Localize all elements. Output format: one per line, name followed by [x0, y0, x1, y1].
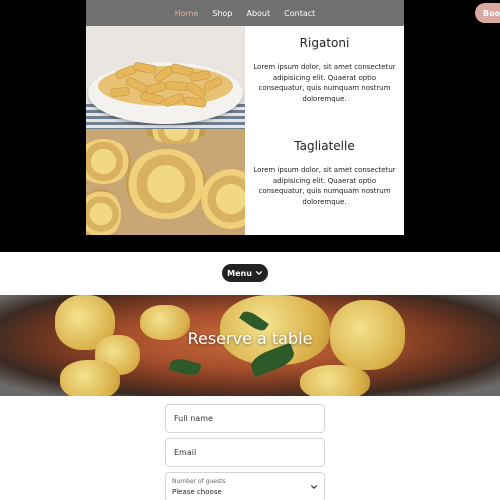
- menu-card-text: Tagliatelle Lorem ipsum dolor, sit amet …: [245, 129, 404, 235]
- reserve-hero: Reserve a table: [0, 295, 500, 396]
- guests-value: Please choose: [172, 488, 222, 496]
- chevron-down-icon: [255, 271, 262, 275]
- nav-link-home[interactable]: Home: [175, 9, 199, 18]
- guests-select[interactable]: Number of guests Please choose: [165, 472, 325, 500]
- tagliatelle-photo: [86, 129, 245, 235]
- chevron-down-icon: [311, 485, 317, 489]
- book-button[interactable]: Book: [475, 3, 500, 23]
- reserve-title: Reserve a table: [187, 329, 313, 348]
- menu-toggle-button[interactable]: Menu: [222, 264, 268, 282]
- full-name-field[interactable]: [165, 404, 325, 433]
- menu-toggle-label: Menu: [227, 268, 252, 278]
- nav-links: Home Shop About Contact: [168, 9, 323, 18]
- menu-item-title: Rigatoni: [299, 36, 350, 50]
- menu-item-title: Tagliatelle: [294, 139, 355, 153]
- menu-item-description: Lorem ipsum dolor, sit amet consectetur …: [253, 166, 396, 206]
- full-name-input[interactable]: [166, 405, 324, 432]
- menu-item-description: Lorem ipsum dolor, sit amet consectetur …: [253, 63, 396, 103]
- nav-link-contact[interactable]: Contact: [284, 9, 315, 18]
- nav-link-about[interactable]: About: [246, 9, 270, 18]
- navbar: Home Shop About Contact: [86, 0, 404, 26]
- menu-card-text: Rigatoni Lorem ipsum dolor, sit amet con…: [245, 26, 404, 129]
- email-field[interactable]: [165, 438, 325, 467]
- menu-card-tagliatelle: Tagliatelle Lorem ipsum dolor, sit amet …: [86, 129, 404, 235]
- email-input[interactable]: [166, 439, 324, 466]
- menu-card-rigatoni: Rigatoni Lorem ipsum dolor, sit amet con…: [86, 26, 404, 129]
- guests-label: Number of guests: [172, 478, 226, 485]
- rigatoni-photo: [86, 26, 245, 129]
- nav-link-shop[interactable]: Shop: [212, 9, 232, 18]
